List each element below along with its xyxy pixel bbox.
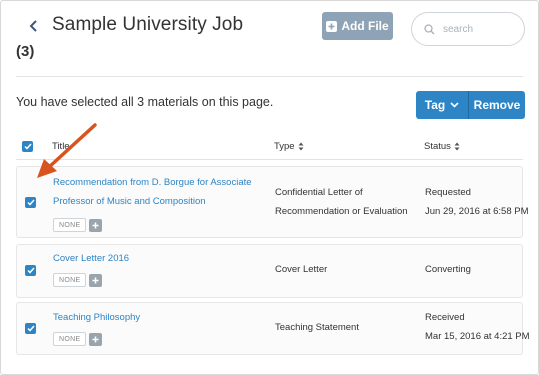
type-cell: Teaching Statement bbox=[275, 318, 415, 337]
add-tag-button[interactable] bbox=[89, 273, 103, 287]
column-type[interactable]: Type bbox=[274, 141, 304, 152]
material-title-link[interactable]: Cover Letter 2016 bbox=[53, 249, 263, 268]
select-all-column bbox=[22, 141, 33, 152]
type-line: Cover Letter bbox=[275, 264, 328, 275]
column-title[interactable]: Title bbox=[52, 141, 70, 152]
search-input[interactable] bbox=[443, 23, 503, 35]
table-row: Cover Letter 2016 NONE Cover Letter Conv… bbox=[16, 244, 523, 298]
page-title: Sample University Job bbox=[52, 14, 244, 35]
row-checkbox[interactable] bbox=[25, 197, 36, 208]
search-field[interactable] bbox=[411, 12, 525, 46]
status-date: Jun 29, 2016 at 6:58 PM bbox=[425, 206, 529, 217]
status-cell: Received Mar 15, 2016 at 4:21 PM bbox=[425, 308, 535, 346]
title-line: Cover Letter 2016 bbox=[53, 253, 130, 264]
tag-pill[interactable]: NONE bbox=[53, 273, 87, 287]
add-file-button[interactable]: Add File bbox=[322, 12, 393, 40]
remove-button[interactable]: Remove bbox=[468, 91, 525, 119]
status-text: Received bbox=[425, 312, 465, 323]
column-type-label: Type bbox=[274, 141, 295, 152]
type-line: Confidential Letter of bbox=[275, 187, 363, 198]
tag-area: NONE bbox=[53, 332, 103, 346]
check-icon bbox=[26, 267, 35, 274]
tag-button-label: Tag bbox=[424, 98, 446, 112]
column-title-label: Title bbox=[52, 141, 70, 152]
materials-count: (3) bbox=[16, 43, 35, 60]
bulk-action-group: Tag Remove bbox=[416, 91, 525, 119]
chevron-left-icon bbox=[29, 20, 37, 32]
type-line: Recommendation or Evaluation bbox=[275, 206, 408, 217]
add-tag-button[interactable] bbox=[89, 332, 103, 346]
plus-icon bbox=[326, 20, 338, 32]
check-icon bbox=[26, 325, 35, 332]
check-icon bbox=[26, 199, 35, 206]
add-tag-button[interactable] bbox=[89, 218, 103, 232]
tag-button[interactable]: Tag bbox=[416, 91, 468, 119]
material-title-link[interactable]: Teaching Philosophy bbox=[53, 308, 263, 327]
tag-pill[interactable]: NONE bbox=[53, 218, 87, 232]
status-date: Mar 15, 2016 at 4:21 PM bbox=[425, 331, 530, 342]
material-title-link[interactable]: Recommendation from D. Borgue for Associ… bbox=[53, 173, 263, 211]
sort-icon bbox=[298, 142, 304, 151]
page-frame: Sample University Job (3) Add File You h… bbox=[0, 0, 539, 375]
add-file-label: Add File bbox=[341, 19, 389, 33]
table-row: Recommendation from D. Borgue for Associ… bbox=[16, 166, 529, 238]
search-icon bbox=[424, 23, 435, 34]
type-cell: Cover Letter bbox=[275, 260, 415, 279]
table-header: Title Type Status bbox=[16, 134, 523, 160]
status-cell: Requested Jun 29, 2016 at 6:58 PM bbox=[425, 183, 535, 221]
row-checkbox[interactable] bbox=[25, 265, 36, 276]
tag-area: NONE bbox=[53, 273, 103, 287]
select-all-checkbox[interactable] bbox=[22, 141, 33, 152]
header-divider bbox=[16, 76, 523, 77]
plus-icon bbox=[92, 277, 99, 283]
selection-message: You have selected all 3 materials on thi… bbox=[16, 95, 274, 109]
plus-icon bbox=[92, 222, 99, 228]
status-text: Requested bbox=[425, 187, 471, 198]
type-cell: Confidential Letter of Recommendation or… bbox=[275, 183, 415, 221]
tag-area: NONE bbox=[53, 218, 103, 232]
title-line: Recommendation from D. Borgue for Associ… bbox=[53, 177, 252, 188]
status-text: Converting bbox=[425, 264, 471, 275]
title-line: Teaching Philosophy bbox=[53, 312, 141, 323]
row-checkbox[interactable] bbox=[25, 323, 36, 334]
back-button[interactable] bbox=[23, 15, 43, 37]
column-status-label: Status bbox=[424, 141, 451, 152]
tag-pill[interactable]: NONE bbox=[53, 332, 87, 346]
title-line: Professor of Music and Composition bbox=[53, 196, 206, 207]
table-row: Teaching Philosophy NONE Teaching Statem… bbox=[16, 302, 530, 355]
column-status[interactable]: Status bbox=[424, 141, 460, 152]
sort-icon bbox=[454, 142, 460, 151]
check-icon bbox=[23, 143, 32, 150]
plus-icon bbox=[92, 336, 99, 342]
chevron-down-icon bbox=[450, 102, 459, 108]
status-cell: Converting bbox=[425, 260, 535, 279]
type-line: Teaching Statement bbox=[275, 322, 359, 333]
